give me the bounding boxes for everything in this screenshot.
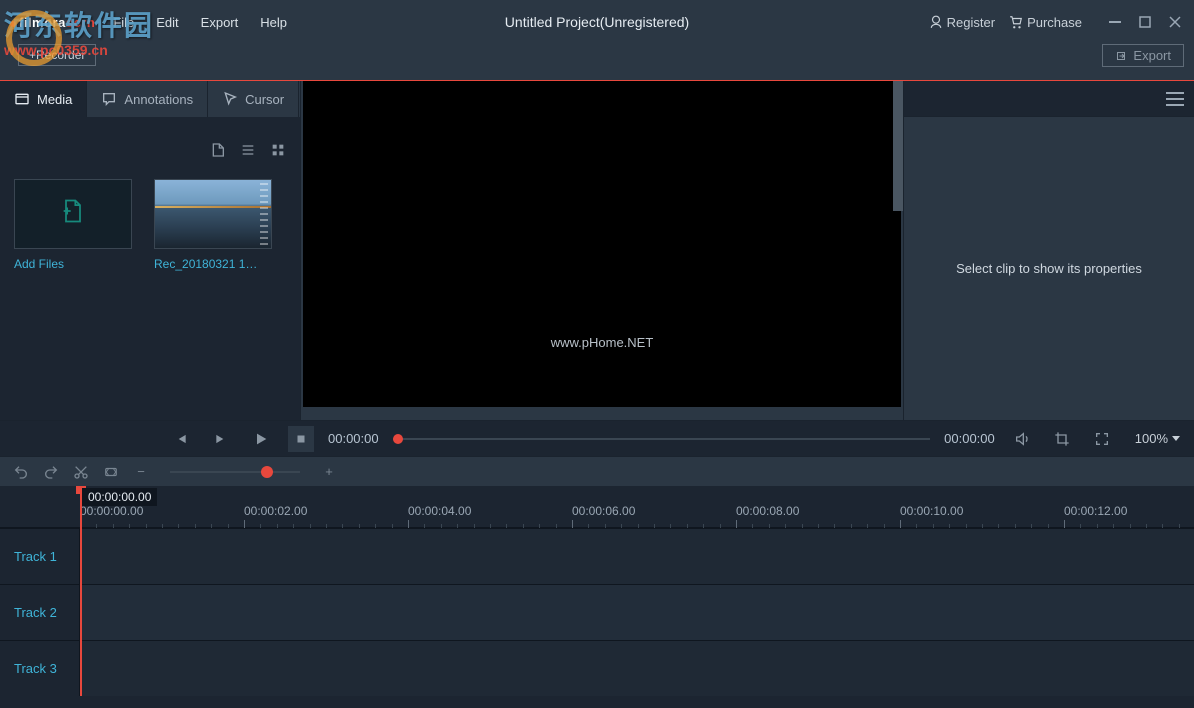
ruler-label: 00:00:06.00 [572, 504, 635, 518]
menu-help[interactable]: Help [260, 15, 287, 30]
playhead-line [80, 486, 82, 696]
toolbar-row: +Recorder Export [0, 44, 1194, 80]
window-title: Untitled Project(Unregistered) [505, 14, 689, 30]
main-area: Media Annotations Cursor [0, 80, 1194, 420]
minimize-button[interactable] [1106, 13, 1124, 31]
media-label: Rec_20180321 1… [154, 257, 274, 271]
ruler-label: 00:00:10.00 [900, 504, 963, 518]
close-button[interactable] [1166, 13, 1184, 31]
timeline-zoom-handle[interactable] [261, 466, 273, 478]
media-label: Add Files [14, 257, 134, 271]
register-link[interactable]: Register [929, 15, 995, 30]
media-clip[interactable]: Rec_20180321 1… [154, 179, 274, 271]
timeline-ruler[interactable]: 00:00:00.00 00:00:02.00 00:00:04.00 00:00:0… [0, 486, 1194, 528]
next-frame-button[interactable] [208, 426, 234, 452]
panel-menu-icon[interactable] [1166, 92, 1184, 106]
track-lane[interactable] [80, 585, 1194, 640]
ruler-label: 00:00:12.00 [1064, 504, 1127, 518]
undo-button[interactable] [12, 463, 30, 481]
menu-export[interactable]: Export [201, 15, 239, 30]
play-button[interactable] [248, 426, 274, 452]
ruler-label: 00:00:04.00 [408, 504, 471, 518]
playback-current-time: 00:00:00 [328, 431, 379, 446]
ruler-label: 00:00:00.00 [80, 504, 143, 518]
purchase-link[interactable]: Purchase [1009, 15, 1082, 30]
timeline-zoom-slider[interactable] [170, 471, 300, 473]
fullscreen-button[interactable] [1089, 426, 1115, 452]
playback-bar: 00:00:00 00:00:00 100% [0, 420, 1194, 456]
grid-view-icon[interactable] [270, 142, 286, 158]
preview-panel: www.pHome.NET [300, 81, 904, 420]
track-header[interactable]: Track 2 [0, 585, 80, 640]
volume-button[interactable] [1009, 426, 1035, 452]
timeline-controls: − + [0, 456, 1194, 486]
track-row: Track 3 [0, 640, 1194, 696]
add-files-tile[interactable]: Add Files [14, 179, 134, 271]
track-lane[interactable] [80, 641, 1194, 696]
export-button[interactable]: Export [1102, 44, 1184, 67]
preview-scrollbar[interactable] [893, 81, 903, 211]
redo-button[interactable] [42, 463, 60, 481]
zoom-out-button[interactable]: − [132, 463, 150, 481]
tab-annotations[interactable]: Annotations [87, 81, 208, 117]
stop-button[interactable] [288, 426, 314, 452]
zoom-in-button[interactable]: + [320, 463, 338, 481]
track-header[interactable]: Track 1 [0, 529, 80, 584]
add-file-icon [59, 197, 87, 231]
menu-file[interactable]: File [113, 15, 134, 30]
preview-watermark: www.pHome.NET [551, 335, 654, 350]
preview-zoom[interactable]: 100% [1135, 431, 1180, 446]
playhead-time: 00:00:00.00 [82, 488, 157, 506]
media-panel: Media Annotations Cursor [0, 81, 300, 420]
properties-panel: Select clip to show its properties [904, 81, 1194, 420]
menu-edit[interactable]: Edit [156, 15, 178, 30]
track-row: Track 1 [0, 528, 1194, 584]
tab-media[interactable]: Media [0, 81, 87, 117]
properties-placeholder: Select clip to show its properties [904, 117, 1194, 420]
playback-scrubber-handle[interactable] [393, 434, 403, 444]
list-view-icon[interactable] [240, 142, 256, 158]
app-logo: filmorascrn [10, 15, 95, 30]
ruler-label: 00:00:08.00 [736, 504, 799, 518]
ruler-label: 00:00:02.00 [244, 504, 307, 518]
playback-total-time: 00:00:00 [944, 431, 995, 446]
preview-canvas[interactable]: www.pHome.NET [303, 81, 901, 407]
maximize-button[interactable] [1136, 13, 1154, 31]
crop-button[interactable] [1049, 426, 1075, 452]
menu-bar: filmorascrn File Edit Export Help Untitl… [0, 0, 1194, 44]
track-row: Track 2 [0, 584, 1194, 640]
cut-button[interactable] [72, 463, 90, 481]
top-menus: File Edit Export Help [113, 15, 287, 30]
playback-scrubber[interactable] [393, 438, 931, 440]
prev-frame-button[interactable] [168, 426, 194, 452]
recorder-button[interactable]: +Recorder [18, 44, 96, 66]
tab-cursor[interactable]: Cursor [208, 81, 299, 117]
marker-button[interactable] [102, 463, 120, 481]
track-lane[interactable] [80, 529, 1194, 584]
track-header[interactable]: Track 3 [0, 641, 80, 696]
timeline: 00:00:00.00 00:00:00.0000:00:02.0000:00:… [0, 486, 1194, 696]
import-icon[interactable] [210, 142, 226, 158]
